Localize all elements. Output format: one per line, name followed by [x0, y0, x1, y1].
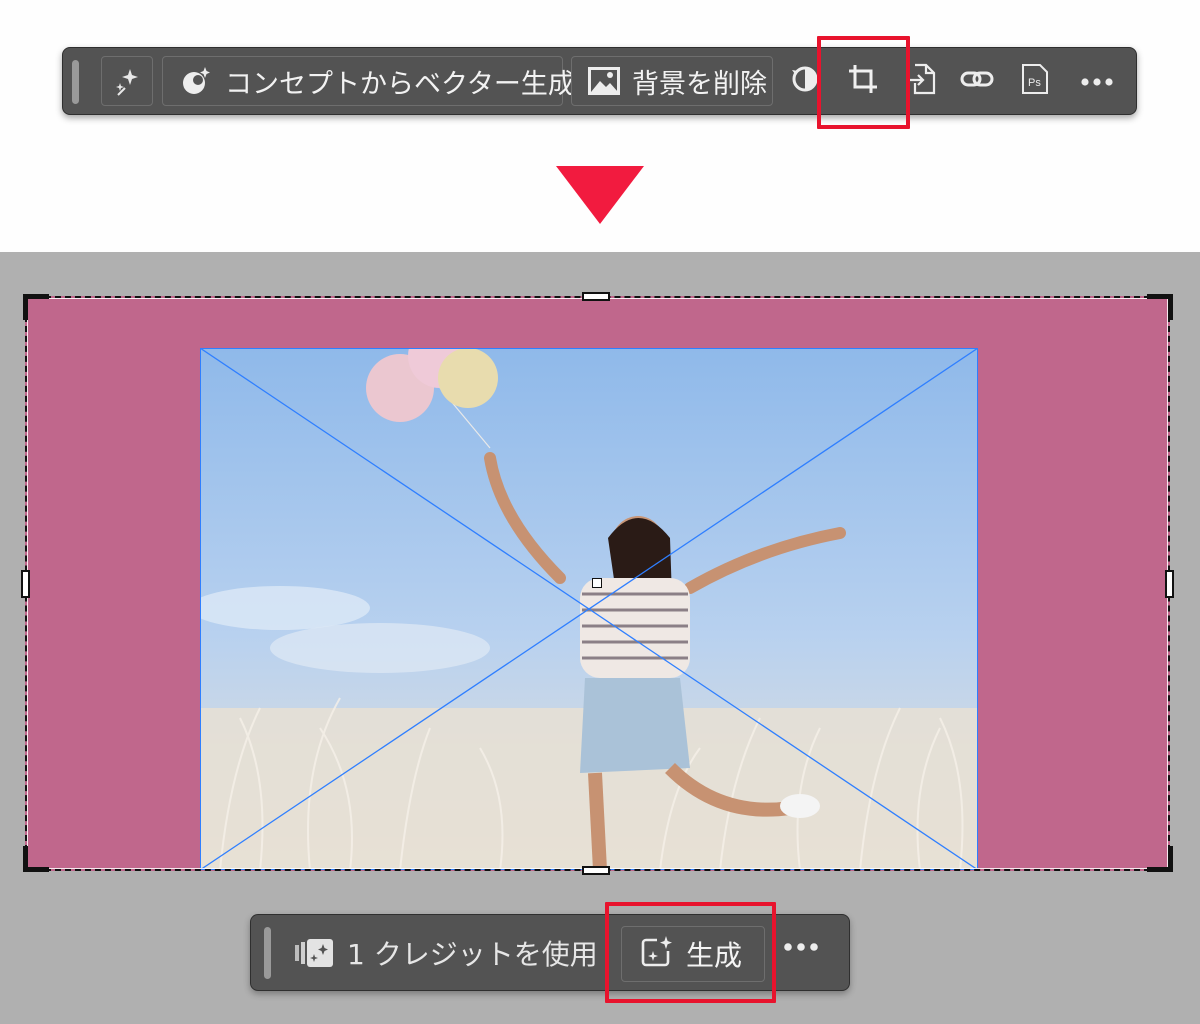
generate-highlight-box [605, 902, 776, 1003]
crop-highlight-box [817, 36, 910, 129]
resize-handle-right[interactable] [1165, 570, 1174, 598]
credits-icon [293, 937, 335, 973]
more-icon [1080, 72, 1114, 91]
remove-background-label: 背景を削除 [632, 68, 767, 100]
magic-wand-icon [112, 66, 142, 96]
resize-handle-top-left[interactable] [23, 294, 49, 320]
concept-button-label: コンセプトからベクター生成 [225, 68, 575, 100]
image-icon [588, 67, 620, 95]
svg-text:Ps: Ps [1028, 77, 1041, 89]
contextual-task-bar: コンセプトからベクター生成 背景を削除 Ps [62, 47, 1137, 115]
resize-handle-top-right[interactable] [1147, 294, 1173, 320]
generate-more-options-button[interactable] [783, 937, 819, 956]
genbar-grip-handle[interactable] [264, 927, 271, 979]
link-icon [960, 68, 994, 94]
export-icon [906, 63, 936, 99]
more-options-button[interactable] [1075, 56, 1119, 106]
photoshop-icon: Ps [1021, 63, 1049, 99]
down-arrow-indicator [556, 166, 644, 224]
resize-handle-left[interactable] [21, 570, 30, 598]
recolor-icon [790, 64, 820, 98]
generate-vector-from-concept-button[interactable]: コンセプトからベクター生成 [162, 56, 575, 106]
credit-usage-text: 1 クレジットを使用 [347, 938, 598, 971]
resize-handle-bottom[interactable] [582, 866, 610, 875]
concept-sparkle-icon [179, 64, 213, 98]
more-icon [783, 937, 819, 956]
center-point-handle[interactable] [592, 578, 602, 588]
remove-background-button[interactable]: 背景を削除 [571, 56, 773, 106]
resize-handle-top[interactable] [582, 292, 610, 301]
taskbar-grip-handle[interactable] [72, 60, 79, 104]
resize-handle-bottom-right[interactable] [1147, 846, 1173, 872]
resize-handle-bottom-left[interactable] [23, 846, 49, 872]
link-button[interactable] [955, 56, 999, 106]
magic-button[interactable] [101, 56, 153, 106]
open-in-photoshop-button[interactable]: Ps [1013, 56, 1057, 106]
